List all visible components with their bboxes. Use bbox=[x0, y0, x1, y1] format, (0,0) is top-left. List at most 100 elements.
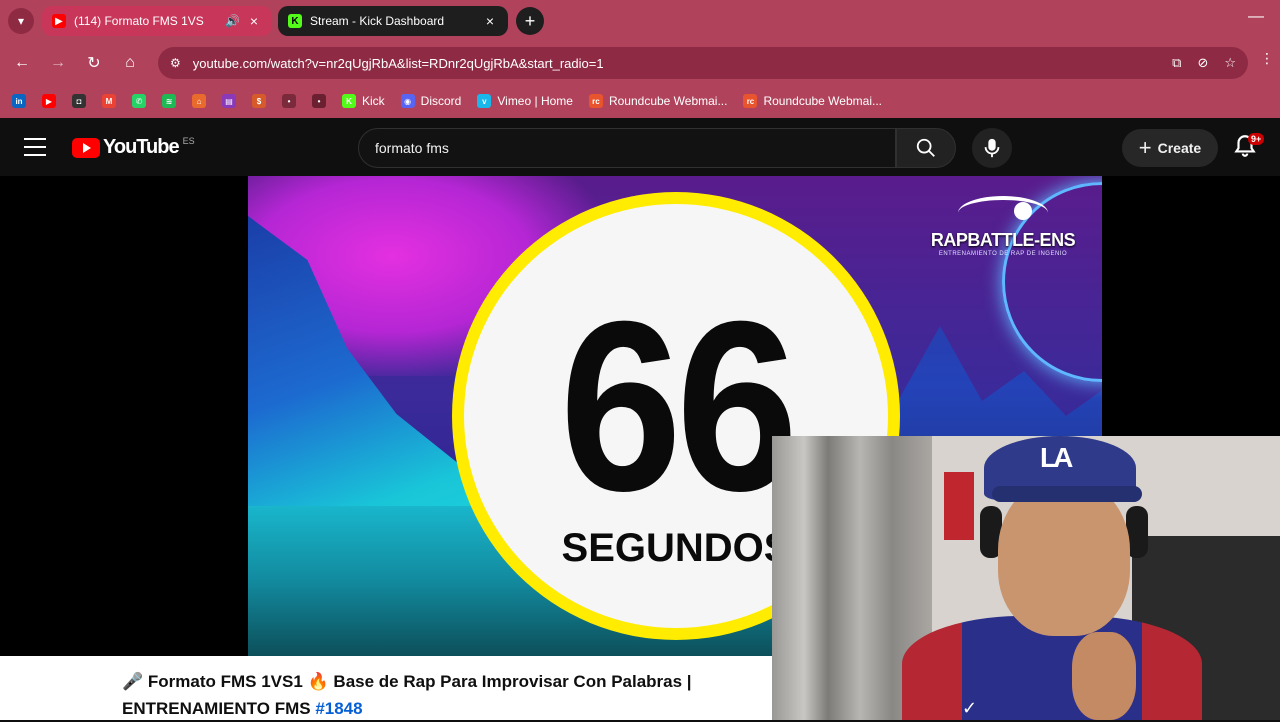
app-icon: $ bbox=[252, 94, 266, 108]
search-input[interactable]: formato fms bbox=[358, 128, 896, 168]
arrow-left-icon: ← bbox=[14, 54, 30, 71]
app-icon: ◘ bbox=[72, 94, 86, 108]
bookmark-item[interactable]: ◘ bbox=[72, 94, 86, 108]
close-icon[interactable]: × bbox=[246, 13, 262, 29]
search-icon bbox=[916, 138, 935, 157]
plus-icon: + bbox=[1138, 135, 1152, 160]
address-bar[interactable]: ⚙ youtube.com/watch?v=nr2qUgjRbA&list=RD… bbox=[158, 47, 1248, 79]
bookmark-label: Roundcube Webmai... bbox=[608, 94, 728, 108]
tab-strip: ▾ ▶ (114) Formato FMS 1VS 🔊 × K Stream -… bbox=[0, 0, 1280, 42]
youtube-icon: ▶ bbox=[52, 14, 66, 28]
new-tab-button[interactable]: + bbox=[516, 7, 544, 35]
back-button[interactable]: ← bbox=[10, 51, 34, 75]
bookmark-label: Roundcube Webmai... bbox=[763, 94, 882, 108]
bookmark-item[interactable]: • bbox=[282, 94, 296, 108]
video-title: 🎤 Formato FMS 1VS1 🔥 Base de Rap Para Im… bbox=[122, 668, 772, 722]
youtube-play-icon bbox=[72, 137, 100, 158]
hashtag-link[interactable]: #1848 bbox=[315, 699, 362, 718]
app-icon: • bbox=[312, 94, 326, 108]
chevron-down-icon: ▾ bbox=[17, 14, 25, 28]
bookmark-item[interactable]: in bbox=[12, 94, 26, 108]
voice-search-button[interactable] bbox=[972, 128, 1012, 168]
home-button[interactable]: ⌂ bbox=[118, 51, 142, 75]
bookmark-item[interactable]: $ bbox=[252, 94, 266, 108]
reload-button[interactable]: ↻ bbox=[82, 51, 106, 75]
bookmark-item[interactable]: rc Roundcube Webmai... bbox=[588, 94, 728, 108]
close-icon[interactable]: × bbox=[482, 13, 498, 29]
watermark-title: RAPBATTLE-ENS bbox=[930, 230, 1076, 250]
video-title-line2-text: ENTRENAMIENTO FMS bbox=[122, 699, 316, 718]
video-info: 🎤 Formato FMS 1VS1 🔥 Base de Rap Para Im… bbox=[0, 656, 772, 720]
bookmark-label: Discord bbox=[420, 94, 462, 108]
plus-icon: + bbox=[524, 10, 536, 31]
reload-icon: ↻ bbox=[87, 55, 101, 72]
bookmark-item[interactable]: ▶ bbox=[42, 94, 56, 108]
discord-icon: ◉ bbox=[400, 94, 415, 108]
youtube-logo[interactable]: YouTube ES bbox=[72, 136, 195, 159]
bookmark-item[interactable]: ⌂ bbox=[192, 94, 206, 108]
bookmark-label: Kick bbox=[362, 94, 385, 108]
tab-youtube[interactable]: ▶ (114) Formato FMS 1VS 🔊 × bbox=[42, 6, 272, 36]
bookmark-item[interactable]: v Vimeo | Home bbox=[477, 94, 573, 108]
site-info-icon[interactable]: ⚙ bbox=[170, 56, 181, 70]
search-button[interactable] bbox=[896, 128, 956, 168]
logo-text: YouTube bbox=[103, 136, 180, 158]
star-icon[interactable]: ☆ bbox=[1224, 55, 1236, 71]
bookmark-item[interactable]: ✆ bbox=[132, 94, 146, 108]
notifications-button[interactable]: 9+ bbox=[1232, 133, 1265, 163]
extensions-icon[interactable]: ⋮ bbox=[1260, 50, 1274, 67]
vimeo-icon: v bbox=[477, 94, 492, 108]
app-icon: ⌂ bbox=[192, 94, 206, 108]
microphone-logo-icon bbox=[958, 196, 1048, 230]
spotify-icon: ≋ bbox=[162, 94, 176, 108]
bookmarks-bar: in ▶ ◘ M ✆ ≋ ⌂ ▤ $ • • K Kick ◉ Discord v Vimeo | Home rc… bbox=[0, 84, 1280, 118]
video-title-line2: ENTRENAMIENTO FMS #1848 bbox=[122, 695, 772, 722]
bookmark-item[interactable]: ▤ bbox=[222, 94, 236, 108]
tab-title: Stream - Kick Dashboard bbox=[310, 14, 445, 28]
webcam-overlay: LA ✓ bbox=[772, 436, 1280, 720]
cap-logo: LA bbox=[1040, 442, 1073, 473]
roundcube-icon: rc bbox=[588, 94, 603, 108]
bookmark-item[interactable]: rc Roundcube Webmai... bbox=[743, 94, 882, 108]
swoosh-logo-icon: ✓ bbox=[962, 698, 978, 718]
notification-badge: 9+ bbox=[1248, 133, 1265, 145]
speaker-icon[interactable]: 🔊 bbox=[225, 14, 240, 28]
url-text: youtube.com/watch?v=nr2qUgjRbA&list=RDnr… bbox=[192, 55, 604, 71]
home-icon: ⌂ bbox=[125, 54, 135, 71]
youtube-masthead: YouTube ES formato fms + Create 9+ bbox=[0, 118, 1280, 176]
bookmark-item[interactable]: K Kick bbox=[342, 94, 385, 108]
channel-watermark: RAPBATTLE-ENS ENTRENAMIENTO DE RAP DE IN… bbox=[928, 196, 1078, 257]
country-code: ES bbox=[182, 136, 195, 146]
kick-icon: K bbox=[288, 14, 302, 28]
linkedin-icon: in bbox=[12, 94, 26, 108]
install-icon[interactable]: ⧉ bbox=[1172, 55, 1181, 71]
microphone-icon bbox=[984, 138, 1000, 158]
whatsapp-icon: ✆ bbox=[132, 94, 146, 108]
tab-search-button[interactable]: ▾ bbox=[8, 8, 34, 34]
create-button[interactable]: + Create bbox=[1122, 129, 1218, 167]
webcam-person-face bbox=[998, 480, 1130, 636]
youtube-icon: ▶ bbox=[42, 94, 56, 108]
gmail-icon: M bbox=[102, 94, 116, 108]
arrow-right-icon: → bbox=[50, 54, 66, 71]
bookmark-item[interactable]: M bbox=[102, 94, 116, 108]
tab-kick[interactable]: K Stream - Kick Dashboard × bbox=[278, 6, 508, 36]
minimize-button[interactable]: — bbox=[1248, 8, 1264, 26]
webcam-person-hand bbox=[1072, 632, 1136, 720]
tab-title: (114) Formato FMS 1VS bbox=[74, 14, 204, 28]
kick-icon: K bbox=[342, 94, 356, 108]
bookmark-item[interactable]: ≋ bbox=[162, 94, 176, 108]
bookmark-item[interactable]: ◉ Discord bbox=[400, 94, 462, 108]
search-value: formato fms bbox=[375, 140, 449, 156]
webcam-wall-flag bbox=[944, 472, 974, 540]
menu-icon[interactable] bbox=[24, 138, 46, 156]
app-icon: • bbox=[282, 94, 296, 108]
bookmark-label: Vimeo | Home bbox=[497, 94, 573, 108]
eye-off-icon[interactable]: ⊘ bbox=[1197, 55, 1208, 71]
forward-button[interactable]: → bbox=[46, 51, 70, 75]
bookmark-item[interactable]: • bbox=[312, 94, 326, 108]
watermark-subtitle: ENTRENAMIENTO DE RAP DE INGENIO bbox=[938, 251, 1068, 257]
create-label: Create bbox=[1157, 140, 1202, 156]
browser-toolbar: ← → ↻ ⌂ ⚙ youtube.com/watch?v=nr2qUgjRbA… bbox=[0, 42, 1280, 84]
video-title-line1: 🎤 Formato FMS 1VS1 🔥 Base de Rap Para Im… bbox=[122, 672, 692, 691]
